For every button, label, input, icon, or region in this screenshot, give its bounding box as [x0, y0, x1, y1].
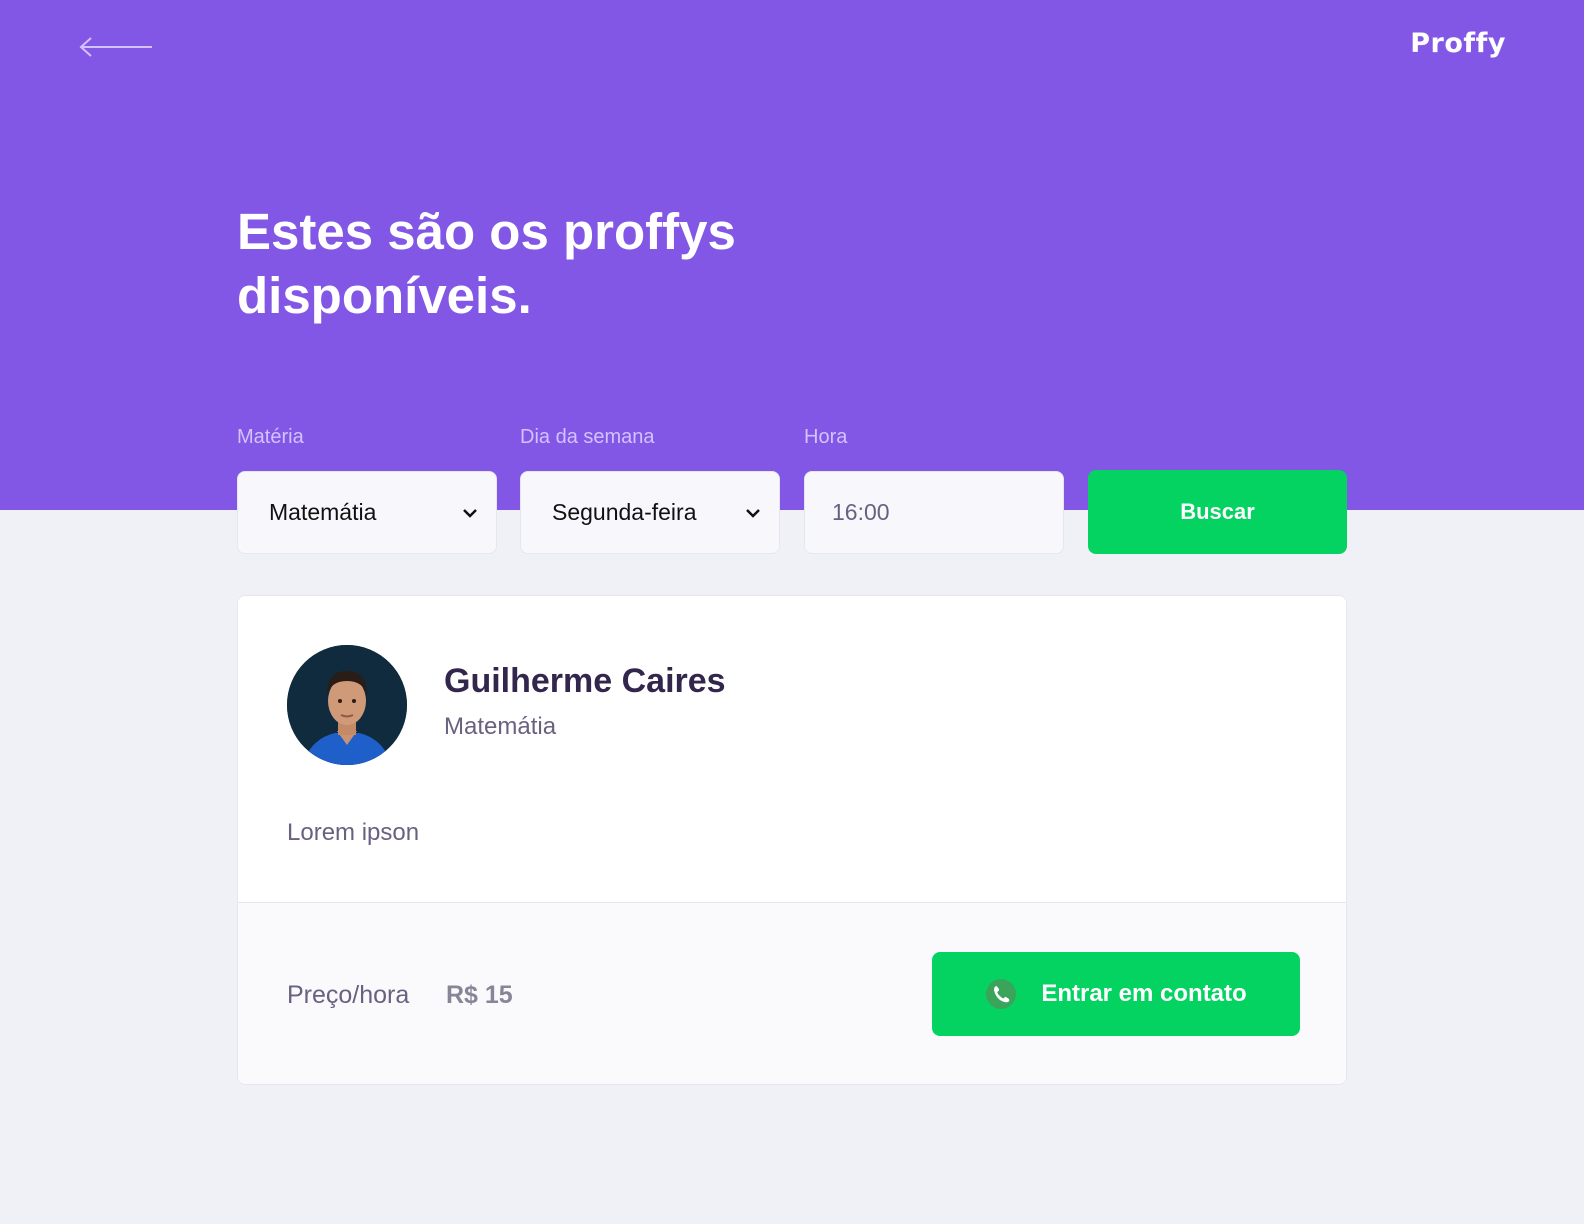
search-button[interactable]: Buscar [1088, 470, 1347, 554]
proffy-logo: Proffy [1410, 28, 1506, 59]
page-header: Proffy Estes são os proffys disponíveis.… [0, 0, 1584, 510]
teacher-card: Guilherme Caires Matemátia Lorem ipson P… [237, 595, 1347, 1085]
time-input[interactable]: 16:00 [804, 471, 1064, 554]
teacher-bio: Lorem ipson [287, 819, 420, 846]
weekday-label: Dia da semana [520, 426, 655, 448]
card-footer: Preço/hora R$ 15 Entrar em contato [238, 902, 1346, 1084]
price-value: R$ 15 [446, 981, 513, 1009]
time-input-value: 16:00 [832, 499, 890, 525]
subject-label: Matéria [237, 426, 304, 448]
contact-button-label: Entrar em contato [1041, 980, 1247, 1007]
teacher-subject: Matemátia [444, 713, 557, 740]
time-label: Hora [804, 426, 848, 448]
price-label: Preço/hora [287, 981, 410, 1009]
page-title: Estes são os proffys disponíveis. [237, 203, 736, 324]
chevron-down-icon [463, 508, 477, 518]
subject-select-value: Matemátia [269, 499, 377, 525]
back-button[interactable] [78, 34, 154, 60]
weekday-select[interactable]: Segunda-feira [520, 471, 780, 554]
weekday-select-value: Segunda-feira [552, 499, 697, 525]
subject-select[interactable]: Matemátia [237, 471, 497, 554]
contact-button[interactable]: Entrar em contato [932, 952, 1300, 1036]
arrow-left-icon [79, 37, 152, 57]
chevron-down-icon [746, 508, 760, 518]
teacher-name: Guilherme Caires [444, 662, 726, 700]
avatar [287, 645, 407, 765]
whatsapp-icon [986, 979, 1017, 1009]
